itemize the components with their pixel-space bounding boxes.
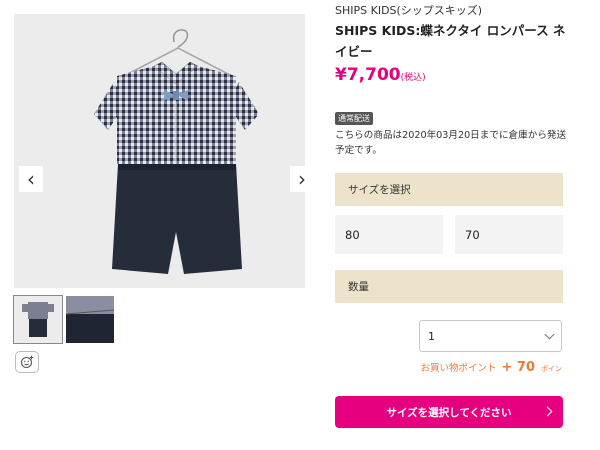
chevron-left-icon: ‹ <box>27 167 35 191</box>
size-option-70[interactable]: 70 <box>455 215 563 254</box>
size-section-header: サイズを選択 <box>335 173 563 206</box>
shipping-badge: 通常配送 <box>335 112 373 125</box>
thumbnail-front-view[interactable] <box>13 295 63 344</box>
cart-button-label: サイズを選択してください <box>386 406 512 419</box>
quantity-section-label: 数量 <box>348 281 369 293</box>
points-value: 70 <box>516 360 535 375</box>
size-option-label: 70 <box>465 227 480 242</box>
quantity-section-header: 数量 <box>335 270 563 303</box>
add-to-cart-button[interactable]: サイズを選択してください <box>335 396 563 428</box>
price-value: ¥7,700 <box>335 65 401 85</box>
smiley-add-icon <box>20 355 34 369</box>
brand-name[interactable]: SHIPS KIDS(シップスキッズ) <box>335 2 482 18</box>
thumbnail-fabric-detail[interactable] <box>66 296 114 343</box>
price-tax-note: (税込) <box>400 73 426 83</box>
size-section-label: サイズを選択 <box>348 184 411 196</box>
product-title: SHIPS KIDS:蝶ネクタイ ロンパース ネイビー <box>335 23 566 59</box>
quantity-select[interactable]: 1 <box>419 320 562 352</box>
points-unit: ポイン <box>541 365 562 373</box>
thumbnail-strip <box>13 295 114 344</box>
product-price: ¥7,700(税込) <box>335 65 426 85</box>
gallery-next-button[interactable]: › <box>290 166 314 192</box>
reaction-button[interactable] <box>15 351 39 373</box>
chevron-right-icon <box>542 406 553 417</box>
chevron-right-icon: › <box>298 167 306 191</box>
size-option-label: 80 <box>345 227 360 242</box>
product-main-image[interactable] <box>14 14 305 288</box>
points-info: お買い物ポイント + 70 ポイン <box>420 360 562 375</box>
points-plus: + 70 <box>501 360 535 375</box>
quantity-value: 1 <box>428 329 435 343</box>
shipping-note: こちらの商品は2020年03月20日までに倉庫から発送予定です。 <box>335 130 567 156</box>
size-option-80[interactable]: 80 <box>335 215 443 254</box>
gallery-prev-button[interactable]: ‹ <box>19 166 43 192</box>
chevron-down-icon <box>544 329 555 339</box>
points-label: お買い物ポイント <box>420 363 497 374</box>
